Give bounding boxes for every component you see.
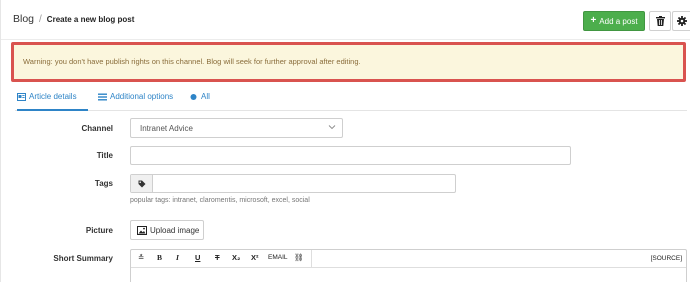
- underline-button[interactable]: U: [195, 254, 200, 262]
- bold-button[interactable]: B: [157, 254, 162, 262]
- dot-icon: [190, 94, 197, 100]
- tag-icon: [138, 180, 145, 187]
- tab-label: All: [201, 92, 210, 101]
- breadcrumb-separator: /: [39, 14, 42, 25]
- picture-label: Picture: [85, 226, 113, 235]
- page-title: Create a new blog post: [46, 15, 135, 24]
- tags-label: Tags: [94, 179, 113, 188]
- superscript-button[interactable]: X²: [251, 254, 259, 262]
- page-header: Blog / Create a new blog post + Add a po…: [1, 0, 690, 40]
- channel-select[interactable]: Intranet Advice: [130, 118, 343, 138]
- title-label: Title: [96, 151, 113, 160]
- tab-label: Additional options: [110, 92, 174, 101]
- tags-input-group[interactable]: [130, 174, 456, 193]
- tab-all[interactable]: All: [189, 89, 210, 111]
- breadcrumb: Blog / Create a new blog post: [13, 13, 134, 25]
- warning-text: Warning: you don't have publish rights o…: [23, 57, 361, 66]
- channel-select-value: Intranet Advice: [140, 124, 193, 133]
- trash-icon: [655, 16, 665, 26]
- image-icon: [137, 225, 147, 235]
- gear-icon: [677, 16, 687, 26]
- strikethrough-button[interactable]: T: [215, 254, 220, 262]
- toolbar-divider: [311, 250, 312, 268]
- tab-bar: Article details Additional options All: [15, 89, 687, 111]
- channel-label: Channel: [81, 124, 113, 133]
- format-paragraph-button[interactable]: ≛: [138, 254, 144, 262]
- source-button[interactable]: [SOURCE]: [651, 255, 682, 262]
- chevron-down-icon: [328, 125, 336, 130]
- email-button[interactable]: EMAIL: [268, 254, 288, 262]
- popular-tags-hint: popular tags: intranet, claromentis, mic…: [130, 197, 310, 204]
- tab-label: Article details: [29, 92, 77, 101]
- tab-additional-options[interactable]: Additional options: [98, 89, 173, 111]
- upload-image-button[interactable]: Upload image: [130, 220, 204, 240]
- breadcrumb-root-link[interactable]: Blog: [13, 13, 34, 25]
- link-icon[interactable]: ⛓: [294, 254, 304, 262]
- card-icon: [17, 93, 26, 101]
- upload-image-label: Upload image: [150, 225, 200, 235]
- add-post-button[interactable]: + Add a post: [583, 11, 645, 31]
- add-post-label: Add a post: [599, 16, 638, 26]
- italic-button[interactable]: I: [176, 254, 179, 262]
- page: Blog / Create a new blog post + Add a po…: [0, 0, 690, 282]
- subscript-button[interactable]: X₂: [232, 254, 240, 262]
- delete-button[interactable]: [649, 11, 671, 31]
- tag-addon: [131, 175, 153, 192]
- warning-alert: Warning: you don't have publish rights o…: [11, 42, 686, 82]
- tab-article-details[interactable]: Article details: [17, 89, 88, 111]
- settings-button[interactable]: [672, 11, 690, 31]
- plus-icon: +: [590, 15, 597, 26]
- short-summary-label: Short Summary: [53, 254, 113, 263]
- summary-editor[interactable]: ≛ B I U T X₂ X² EMAIL ⛓ [SOURCE]: [130, 249, 687, 282]
- title-input[interactable]: [130, 146, 571, 165]
- editor-toolbar: ≛ B I U T X₂ X² EMAIL ⛓ [SOURCE]: [131, 250, 686, 268]
- list-icon: [98, 93, 107, 101]
